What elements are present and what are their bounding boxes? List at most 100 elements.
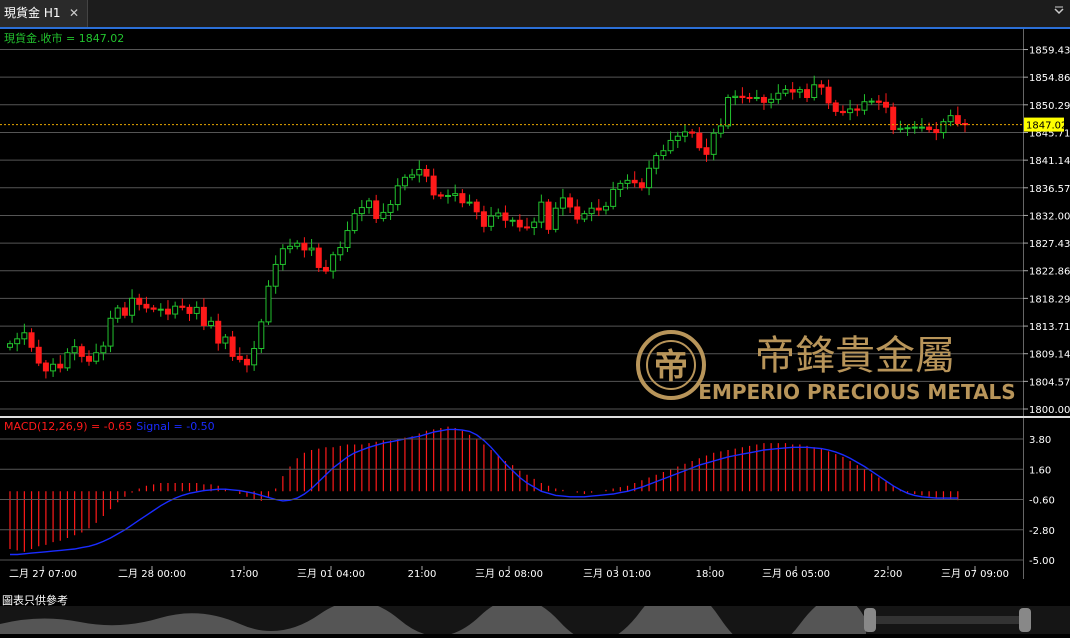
candle-body bbox=[373, 200, 380, 219]
candle-body bbox=[746, 96, 753, 99]
candle-body bbox=[739, 95, 746, 98]
candle-body bbox=[567, 197, 574, 208]
candle-body bbox=[445, 194, 452, 197]
candle-body bbox=[409, 174, 416, 178]
candle-body bbox=[811, 84, 818, 98]
candle-body bbox=[243, 358, 250, 366]
candle-body bbox=[193, 306, 200, 314]
watermark-logo: 帝 帝鋒貴金屬 EMPERIO PRECIOUS METALS bbox=[636, 330, 1016, 404]
y-tick-label: 1800.00 bbox=[1029, 405, 1070, 416]
candle-body bbox=[179, 305, 186, 308]
y-tick-label: 1804.57 bbox=[1029, 377, 1070, 388]
candle-body bbox=[322, 266, 329, 272]
candle-body bbox=[279, 248, 286, 265]
candle-body bbox=[703, 147, 710, 155]
candle-body bbox=[804, 89, 811, 98]
candle-body bbox=[610, 188, 617, 207]
candle-body bbox=[782, 89, 789, 94]
watermark-chinese: 帝鋒貴金屬 bbox=[755, 333, 955, 379]
candle-body bbox=[574, 206, 581, 220]
x-tick-label: 三月 01 04:00 bbox=[297, 568, 365, 580]
scrollbar-left-handle[interactable] bbox=[864, 608, 876, 632]
candle-body bbox=[595, 207, 602, 211]
candle-body bbox=[638, 182, 645, 189]
macd-legend: MACD(12,26,9) = -0.65 Signal = -0.50 bbox=[4, 420, 215, 433]
candle-body bbox=[251, 348, 258, 366]
scrollbar-thumb[interactable] bbox=[876, 616, 1019, 624]
macd-legend-value: MACD(12,26,9) = -0.65 bbox=[4, 420, 132, 433]
y-tick-label: 1859.43 bbox=[1029, 46, 1070, 57]
candle-body bbox=[136, 297, 143, 305]
candle-body bbox=[918, 126, 925, 129]
candle-body bbox=[301, 242, 308, 251]
candle-body bbox=[768, 98, 775, 103]
y-tick-label: 1836.57 bbox=[1029, 184, 1070, 195]
tab-chart[interactable]: 現貨金 H1 ✕ bbox=[0, 0, 88, 27]
candle-body bbox=[854, 108, 861, 111]
candle-body bbox=[337, 246, 344, 256]
candle-body bbox=[839, 110, 846, 114]
candle-body bbox=[847, 108, 854, 114]
x-tick-label: 三月 07 09:00 bbox=[941, 568, 1009, 580]
current-price-label: 1847.02 bbox=[1026, 121, 1067, 132]
candle-body bbox=[50, 363, 57, 372]
candle-body bbox=[473, 201, 480, 213]
candle-body bbox=[85, 355, 92, 362]
x-tick-labels: 二月 27 07:00 二月 28 00:00 17:00 三月 01 04:00 21… bbox=[9, 566, 1009, 580]
candle-body bbox=[653, 155, 660, 169]
macd-histogram bbox=[9, 426, 959, 552]
candle-body bbox=[796, 89, 803, 93]
candle-body bbox=[696, 132, 703, 149]
y-tick-labels: 1859.431854.861850.291845.711841.141836.… bbox=[1023, 46, 1070, 416]
candle-body bbox=[459, 193, 466, 204]
candle-body bbox=[818, 84, 825, 88]
candle-body bbox=[14, 338, 21, 345]
candle-body bbox=[229, 336, 236, 357]
tab-bar: 現貨金 H1 ✕ bbox=[0, 0, 1070, 29]
candle-body bbox=[832, 102, 839, 112]
watermark-english: EMPERIO PRECIOUS METALS bbox=[698, 380, 1015, 404]
candle-body bbox=[416, 168, 423, 176]
candle-body bbox=[208, 320, 215, 327]
candle-body bbox=[258, 321, 265, 350]
candle-body bbox=[42, 362, 49, 372]
x-tick-label: 三月 03 01:00 bbox=[583, 568, 651, 580]
price-chart[interactable]: 1859.431854.861850.291845.711841.141836.… bbox=[0, 29, 1070, 607]
scrollbar-preview bbox=[0, 586, 1031, 638]
candle-body bbox=[631, 179, 638, 184]
y-tick-label: 1818.29 bbox=[1029, 294, 1070, 305]
macd-tick-label: 3.80 bbox=[1029, 435, 1051, 446]
candle-body bbox=[545, 201, 552, 230]
candle-body bbox=[330, 254, 337, 272]
candle-body bbox=[358, 207, 365, 215]
x-tick-label: 22:00 bbox=[874, 569, 903, 580]
candle-body bbox=[287, 245, 294, 250]
candle-body bbox=[272, 263, 279, 287]
candle-body bbox=[509, 219, 516, 222]
macd-tick-label: 1.60 bbox=[1029, 465, 1051, 476]
timeline-scrollbar[interactable] bbox=[0, 586, 1070, 638]
candle-body bbox=[488, 215, 495, 227]
candle-body bbox=[538, 201, 545, 223]
macd-grid bbox=[0, 438, 1023, 561]
candle-body bbox=[394, 185, 401, 206]
candle-body bbox=[21, 332, 28, 340]
candle-body bbox=[883, 101, 890, 108]
y-tick-label: 1813.71 bbox=[1029, 322, 1070, 333]
candle-body bbox=[689, 131, 696, 134]
macd-tick-labels: 3.80 1.60 -0.60 -2.80 -5.00 bbox=[1029, 435, 1055, 567]
candle-body bbox=[581, 213, 588, 220]
candle-body bbox=[351, 213, 358, 232]
close-icon[interactable]: ✕ bbox=[69, 0, 79, 27]
candle-body bbox=[35, 346, 42, 364]
candle-body bbox=[200, 306, 207, 327]
scrollbar-right-handle[interactable] bbox=[1019, 608, 1031, 632]
candle-body bbox=[523, 226, 530, 229]
candle-body bbox=[926, 126, 933, 131]
candle-body bbox=[624, 179, 631, 184]
candle-body bbox=[897, 127, 904, 131]
chevron-down-icon[interactable] bbox=[1054, 6, 1064, 16]
candle-body bbox=[789, 89, 796, 93]
candle-body bbox=[344, 230, 351, 248]
y-tick-label: 1850.29 bbox=[1029, 101, 1070, 112]
